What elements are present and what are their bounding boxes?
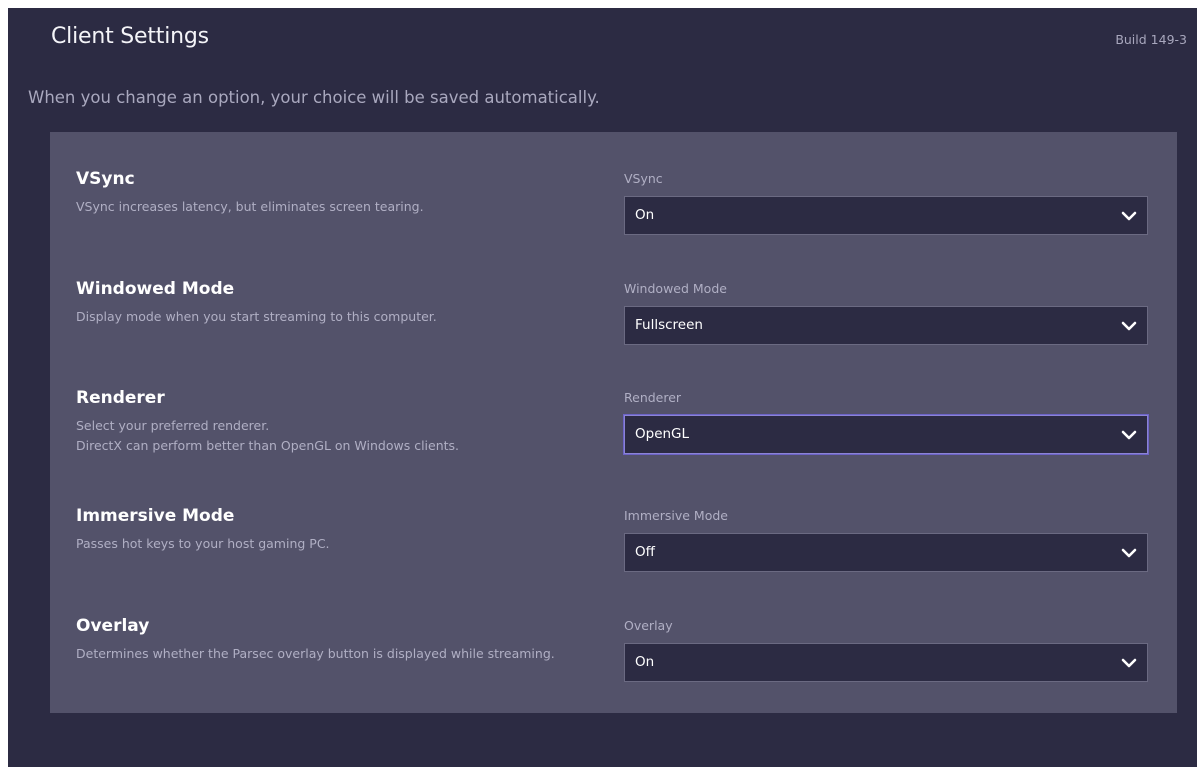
setting-immersive-mode: Immersive Mode Passes hot keys to your h…: [76, 506, 1148, 596]
renderer-select-value: OpenGL: [635, 426, 690, 442]
setting-title-renderer: Renderer: [76, 388, 165, 408]
immersive-mode-select-value: Off: [635, 544, 655, 560]
settings-panel: VSync VSync increases latency, but elimi…: [50, 132, 1177, 713]
page-subtitle: When you change an option, your choice w…: [28, 88, 600, 107]
setting-title-vsync: VSync: [76, 169, 135, 189]
chevron-down-icon: [1121, 658, 1137, 668]
setting-description-vsync: VSync increases latency, but eliminates …: [76, 199, 424, 214]
renderer-select[interactable]: OpenGL: [624, 415, 1148, 454]
setting-description-windowed-mode: Display mode when you start streaming to…: [76, 309, 437, 324]
setting-overlay: Overlay Determines whether the Parsec ov…: [76, 616, 1148, 706]
overlay-select[interactable]: On: [624, 643, 1148, 682]
chevron-down-icon: [1121, 548, 1137, 558]
field-label-renderer: Renderer: [624, 390, 682, 405]
setting-description-renderer: Select your preferred renderer. DirectX …: [76, 418, 460, 453]
chevron-down-icon: [1121, 430, 1137, 440]
page-title: Client Settings: [51, 24, 209, 49]
immersive-mode-select[interactable]: Off: [624, 533, 1148, 572]
field-label-overlay: Overlay: [624, 618, 673, 633]
chevron-down-icon: [1121, 321, 1137, 331]
setting-title-windowed-mode: Windowed Mode: [76, 279, 235, 299]
setting-description-immersive-mode: Passes hot keys to your host gaming PC.: [76, 536, 330, 551]
windowed-mode-select-value: Fullscreen: [635, 317, 703, 333]
settings-window: Client Settings Build 149-3 When you cha…: [8, 8, 1197, 767]
overlay-select-value: On: [635, 654, 655, 670]
setting-title-immersive-mode: Immersive Mode: [76, 506, 235, 526]
vsync-select-value: On: [635, 207, 655, 223]
windowed-mode-select[interactable]: Fullscreen: [624, 306, 1148, 345]
field-label-immersive-mode: Immersive Mode: [624, 508, 728, 523]
setting-description-overlay: Determines whether the Parsec overlay bu…: [76, 646, 555, 661]
setting-title-overlay: Overlay: [76, 616, 150, 636]
setting-windowed-mode: Windowed Mode Display mode when you star…: [76, 279, 1148, 369]
setting-renderer: Renderer Select your preferred renderer.…: [76, 388, 1148, 478]
chevron-down-icon: [1121, 211, 1137, 221]
field-label-windowed-mode: Windowed Mode: [624, 281, 727, 296]
build-version: Build 149-3: [1115, 32, 1187, 47]
setting-vsync: VSync VSync increases latency, but elimi…: [76, 169, 1148, 259]
field-label-vsync: VSync: [624, 171, 663, 186]
vsync-select[interactable]: On: [624, 196, 1148, 235]
